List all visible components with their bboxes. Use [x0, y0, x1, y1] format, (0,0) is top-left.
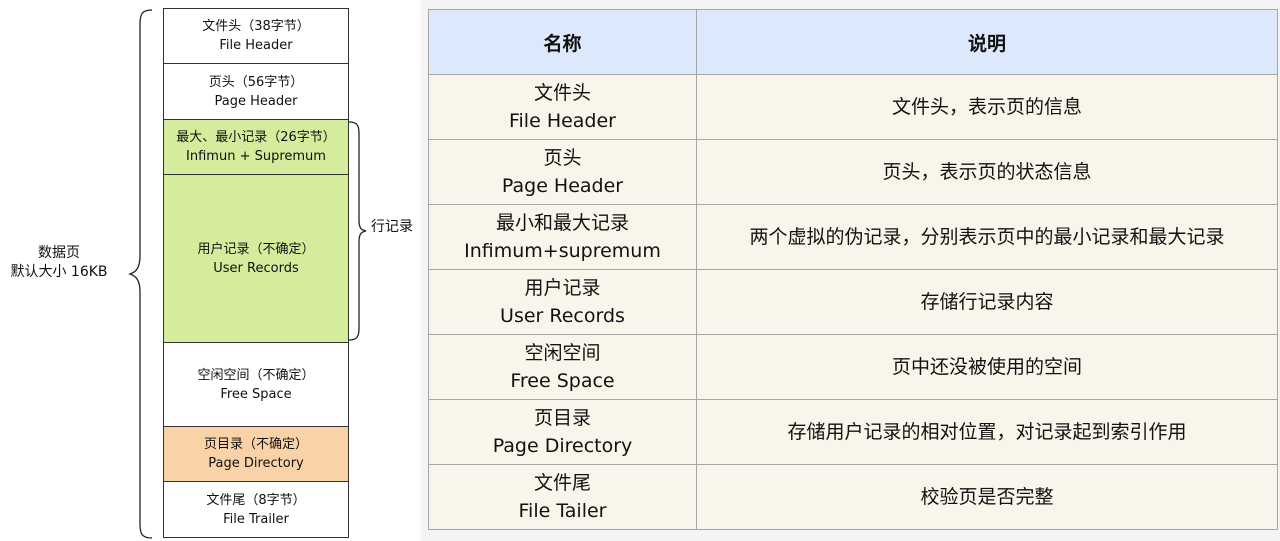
name-cell: 文件尾 File Tailer — [428, 464, 697, 530]
block-cn-label: 文件尾（8字节） — [206, 492, 306, 508]
description-cell: 校验页是否完整 — [696, 464, 1278, 530]
page-directory-block: 页目录（不确定） Page Directory — [163, 426, 349, 482]
name-cn: 页头 — [543, 147, 582, 169]
table-row: 页头 Page Header 页头，表示页的状态信息 — [428, 139, 1278, 205]
name-en: User Records — [500, 305, 625, 327]
row-records-brace — [348, 121, 367, 341]
name-cell: 页目录 Page Directory — [428, 399, 697, 465]
name-cell: 用户记录 User Records — [428, 269, 697, 335]
block-cn-label: 用户记录（不确定） — [197, 241, 315, 257]
name-cell: 文件头 File Header — [428, 74, 697, 140]
block-en-label: File Header — [219, 38, 293, 53]
name-en: Free Space — [510, 370, 615, 392]
name-cn: 文件尾 — [533, 472, 591, 494]
description-cell: 页头，表示页的状态信息 — [696, 139, 1278, 205]
name-en: Page Header — [501, 175, 624, 197]
description-cell: 存储用户记录的相对位置，对记录起到索引作用 — [696, 399, 1278, 465]
description-cell: 文件头，表示页的信息 — [696, 74, 1278, 140]
file-trailer-block: 文件尾（8字节） File Trailer — [163, 481, 349, 538]
page-structure-diagram: 数据页 默认大小 16KB 文件头（38字节） File Header 页头（5… — [0, 0, 420, 541]
name-en: Page Directory — [492, 435, 633, 457]
table-row: 空闲空间 Free Space 页中还没被使用的空间 — [428, 334, 1278, 400]
block-cn-label: 文件头（38字节） — [202, 19, 310, 34]
data-page-label: 数据页 默认大小 16KB — [0, 244, 118, 282]
free-space-block: 空闲空间（不确定） Free Space — [163, 342, 349, 427]
file-header-block: 文件头（38字节） File Header — [163, 8, 349, 64]
page-brace — [128, 9, 153, 539]
name-en: File Header — [508, 110, 616, 132]
name-cn: 页目录 — [533, 407, 591, 429]
page-parts-table: 名称 说明 文件头 File Header 文件头，表示页的信息 页头 Page… — [428, 9, 1278, 530]
name-cell: 页头 Page Header — [428, 139, 697, 205]
table-row: 用户记录 User Records 存储行记录内容 — [428, 269, 1278, 335]
table-row: 页目录 Page Directory 存储用户记录的相对位置，对记录起到索引作用 — [428, 399, 1278, 465]
page-label-line-1: 数据页 — [38, 245, 80, 261]
user-records-block: 用户记录（不确定） User Records — [163, 174, 349, 343]
table-header-row: 名称 说明 — [428, 9, 1278, 75]
name-cn: 最小和最大记录 — [495, 212, 629, 234]
table-row: 最小和最大记录 Infimum+supremum 两个虚拟的伪记录，分别表示页中… — [428, 204, 1278, 270]
name-cell: 最小和最大记录 Infimum+supremum — [428, 204, 697, 270]
name-en: File Tailer — [518, 500, 607, 522]
description-cell: 两个虚拟的伪记录，分别表示页中的最小记录和最大记录 — [696, 204, 1278, 270]
name-cn: 空闲空间 — [524, 342, 601, 364]
name-cn: 文件头 — [533, 82, 591, 104]
name-cell: 空闲空间 Free Space — [428, 334, 697, 400]
block-en-label: Infimun + Supremum — [186, 149, 326, 164]
column-header-name: 名称 — [428, 9, 697, 75]
block-cn-label: 空闲空间（不确定） — [197, 367, 315, 383]
name-cn: 用户记录 — [524, 277, 601, 299]
block-en-label: Free Space — [220, 386, 292, 402]
page-parts-table-panel: 名称 说明 文件头 File Header 文件头，表示页的信息 页头 Page… — [421, 0, 1280, 541]
table-row: 文件头 File Header 文件头，表示页的信息 — [428, 74, 1278, 140]
row-records-label: 行记录 — [371, 219, 413, 235]
block-cn-label: 页目录（不确定） — [203, 437, 308, 452]
infimum-supremum-block: 最大、最小记录（26字节） Infimun + Supremum — [163, 119, 349, 175]
block-en-label: Page Header — [214, 93, 298, 109]
description-cell: 存储行记录内容 — [696, 269, 1278, 335]
page-label-line-2: 默认大小 16KB — [10, 264, 108, 280]
block-cn-label: 页头（56字节） — [208, 74, 304, 90]
table-row: 文件尾 File Tailer 校验页是否完整 — [428, 464, 1278, 530]
page-header-block: 页头（56字节） Page Header — [163, 63, 349, 120]
block-en-label: User Records — [213, 260, 299, 276]
block-en-label: File Trailer — [223, 511, 289, 527]
description-cell: 页中还没被使用的空间 — [696, 334, 1278, 400]
block-cn-label: 最大、最小记录（26字节） — [176, 130, 336, 145]
page-block-stack: 文件头（38字节） File Header 页头（56字节） Page Head… — [163, 8, 349, 538]
column-header-description: 说明 — [696, 9, 1278, 75]
name-en: Infimum+supremum — [464, 240, 661, 262]
block-en-label: Page Directory — [208, 456, 304, 471]
